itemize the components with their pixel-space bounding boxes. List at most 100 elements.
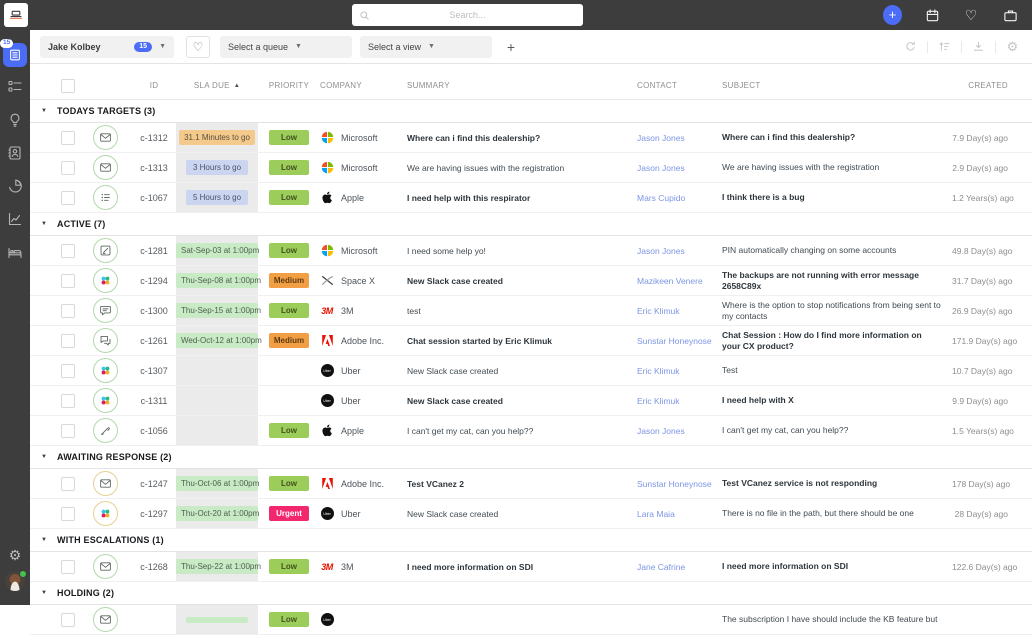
column-header-subject[interactable]: SUBJECT bbox=[722, 81, 952, 90]
column-header-priority[interactable]: PRIORITY bbox=[266, 81, 312, 90]
sidebar-item-reports[interactable] bbox=[0, 202, 30, 235]
cases-button[interactable] bbox=[1001, 6, 1019, 24]
table-row[interactable]: c-131231.1 Minutes to goLowMicrosoftWher… bbox=[30, 123, 1032, 153]
priority-cell: Low bbox=[266, 190, 312, 206]
group-header[interactable]: ▼TODAYS TARGETS (3) bbox=[30, 100, 1032, 123]
row-checkbox[interactable] bbox=[61, 364, 75, 378]
row-checkbox[interactable] bbox=[61, 244, 75, 258]
column-header-company[interactable]: COMPANY bbox=[312, 81, 400, 90]
row-checkbox[interactable] bbox=[61, 161, 75, 175]
table-row[interactable]: c-1056LowAppleI can't get my cat, can yo… bbox=[30, 416, 1032, 446]
table-row[interactable]: LowUberThe subscription I have should in… bbox=[30, 605, 1032, 635]
row-checkbox[interactable] bbox=[61, 560, 75, 574]
sidebar-item-cases[interactable]: 15 bbox=[0, 30, 30, 70]
created: 9.9 Day(s) ago bbox=[952, 396, 1032, 406]
contact-link[interactable]: Jason Jones bbox=[630, 426, 722, 436]
contact-link[interactable]: Jane Cafrine bbox=[630, 562, 722, 572]
row-checkbox[interactable] bbox=[61, 334, 75, 348]
contact-link[interactable]: Eric Klimuk bbox=[630, 396, 722, 406]
heart-icon: ♡ bbox=[193, 40, 204, 54]
column-header-created[interactable]: CREATED bbox=[952, 81, 1032, 90]
row-checkbox[interactable] bbox=[61, 394, 75, 408]
row-checkbox[interactable] bbox=[61, 304, 75, 318]
sidebar-item-dashboards[interactable] bbox=[0, 169, 30, 202]
channel-email-icon bbox=[93, 471, 118, 496]
table-row[interactable]: c-10675 Hours to goLowAppleI need help w… bbox=[30, 183, 1032, 213]
group-header[interactable]: ▼WITH ESCALATIONS (1) bbox=[30, 529, 1032, 552]
sidebar-item-settings[interactable]: ⚙ bbox=[9, 548, 22, 562]
sidebar-item-rest[interactable] bbox=[0, 235, 30, 268]
row-checkbox[interactable] bbox=[61, 507, 75, 521]
company-logo-uber: Uber bbox=[320, 613, 334, 627]
table-settings-button[interactable]: ⚙ bbox=[1005, 39, 1020, 54]
agent-select[interactable]: Jake Kolbey 15 ▼ bbox=[40, 36, 174, 58]
table-row[interactable]: c-1307UberUberNew Slack case createdEric… bbox=[30, 356, 1032, 386]
group-header[interactable]: ▼AWAITING RESPONSE (2) bbox=[30, 446, 1032, 469]
table-row[interactable]: c-1281Sat-Sep-03 at 1:00pmLowMicrosoftI … bbox=[30, 236, 1032, 266]
queue-select[interactable]: Select a queue ▼ bbox=[220, 36, 352, 58]
company-logo-spacex bbox=[320, 274, 334, 288]
company-logo-apple bbox=[320, 191, 334, 205]
contact-link[interactable]: Sunstar Honeynose bbox=[630, 336, 722, 346]
group-header[interactable]: ▼HOLDING (2) bbox=[30, 582, 1032, 605]
row-checkbox[interactable] bbox=[61, 613, 75, 627]
contact-link[interactable]: Jason Jones bbox=[630, 246, 722, 256]
calendar-button[interactable] bbox=[923, 6, 941, 24]
favorites-button[interactable]: ♡ bbox=[962, 6, 980, 24]
created: 1.5 Years(s) ago bbox=[952, 426, 1032, 436]
contact-link[interactable]: Jason Jones bbox=[630, 133, 722, 143]
sla-cell: Sat-Sep-03 at 1:00pm bbox=[176, 236, 258, 265]
column-header-contact[interactable]: CONTACT bbox=[630, 81, 722, 90]
column-header-summary[interactable]: SUMMARY bbox=[400, 81, 630, 90]
sort-button[interactable] bbox=[937, 39, 952, 54]
view-select[interactable]: Select a view ▼ bbox=[360, 36, 492, 58]
favorite-view-button[interactable]: ♡ bbox=[186, 36, 210, 58]
table-row[interactable]: c-1294Thu-Sep-08 at 1:00pmMediumSpace XN… bbox=[30, 266, 1032, 296]
sla-badge: 3 Hours to go bbox=[186, 160, 248, 176]
row-checkbox[interactable] bbox=[61, 191, 75, 205]
refresh-button[interactable] bbox=[903, 39, 918, 54]
export-button[interactable] bbox=[971, 39, 986, 54]
table-row[interactable]: c-1311UberUberNew Slack case createdEric… bbox=[30, 386, 1032, 416]
select-all-checkbox[interactable] bbox=[61, 79, 75, 93]
table-row[interactable]: c-1297Thu-Oct-20 at 1:00pmUrgentUberUber… bbox=[30, 499, 1032, 529]
sidebar-item-insights[interactable] bbox=[0, 103, 30, 136]
row-checkbox[interactable] bbox=[61, 477, 75, 491]
table-row[interactable]: c-1247Thu-Oct-06 at 1:00pmLowAdobe Inc.T… bbox=[30, 469, 1032, 499]
subject: Test bbox=[722, 365, 952, 376]
create-new-button[interactable]: + bbox=[883, 5, 902, 25]
table-row[interactable]: c-1268Thu-Sep-22 at 1:00pmLow3M3MI need … bbox=[30, 552, 1032, 582]
contact-link[interactable]: Jason Jones bbox=[630, 163, 722, 173]
row-checkbox[interactable] bbox=[61, 274, 75, 288]
contact-link[interactable]: Sunstar Honeynose bbox=[630, 479, 722, 489]
sidebar-item-contacts[interactable] bbox=[0, 136, 30, 169]
table-row[interactable]: c-1300Thu-Sep-15 at 1:00pmLow3M3MtestEri… bbox=[30, 296, 1032, 326]
column-header-sla-due[interactable]: SLA DUE ▲ bbox=[176, 81, 258, 90]
sidebar-item-queues[interactable] bbox=[0, 70, 30, 103]
row-checkbox[interactable] bbox=[61, 131, 75, 145]
row-checkbox[interactable] bbox=[61, 424, 75, 438]
add-view-button[interactable]: + bbox=[502, 39, 520, 55]
line-chart-icon bbox=[7, 211, 23, 227]
contact-link[interactable]: Mars Cupido bbox=[630, 193, 722, 203]
app-logo[interactable] bbox=[4, 3, 28, 27]
contact-link[interactable]: Eric Klimuk bbox=[630, 306, 722, 316]
group-header[interactable]: ▼ACTIVE (7) bbox=[30, 213, 1032, 236]
channel-conversation-icon bbox=[93, 328, 118, 353]
contact-link[interactable]: Lara Maia bbox=[630, 509, 722, 519]
contact-link[interactable]: Eric Klimuk bbox=[630, 366, 722, 376]
column-header-id[interactable]: ID bbox=[132, 81, 176, 90]
company-logo-uber: Uber bbox=[320, 394, 334, 408]
search-input[interactable] bbox=[352, 9, 583, 21]
collapse-arrow-icon: ▼ bbox=[41, 537, 57, 543]
chevron-down-icon: ▼ bbox=[295, 43, 302, 50]
summary: I need more information on SDI bbox=[400, 562, 630, 572]
company-cell: Apple bbox=[312, 424, 400, 438]
table-row[interactable]: c-13133 Hours to goLowMicrosoftWe are ha… bbox=[30, 153, 1032, 183]
contact-link[interactable]: Mazikeen Venere bbox=[630, 276, 722, 286]
case-id: c-1313 bbox=[132, 163, 176, 173]
table-row[interactable]: c-1261Wed-Oct-12 at 1:00pmMediumAdobe In… bbox=[30, 326, 1032, 356]
user-avatar[interactable] bbox=[5, 571, 25, 591]
priority-badge: Low bbox=[269, 130, 309, 146]
summary: New Slack case created bbox=[400, 276, 630, 286]
